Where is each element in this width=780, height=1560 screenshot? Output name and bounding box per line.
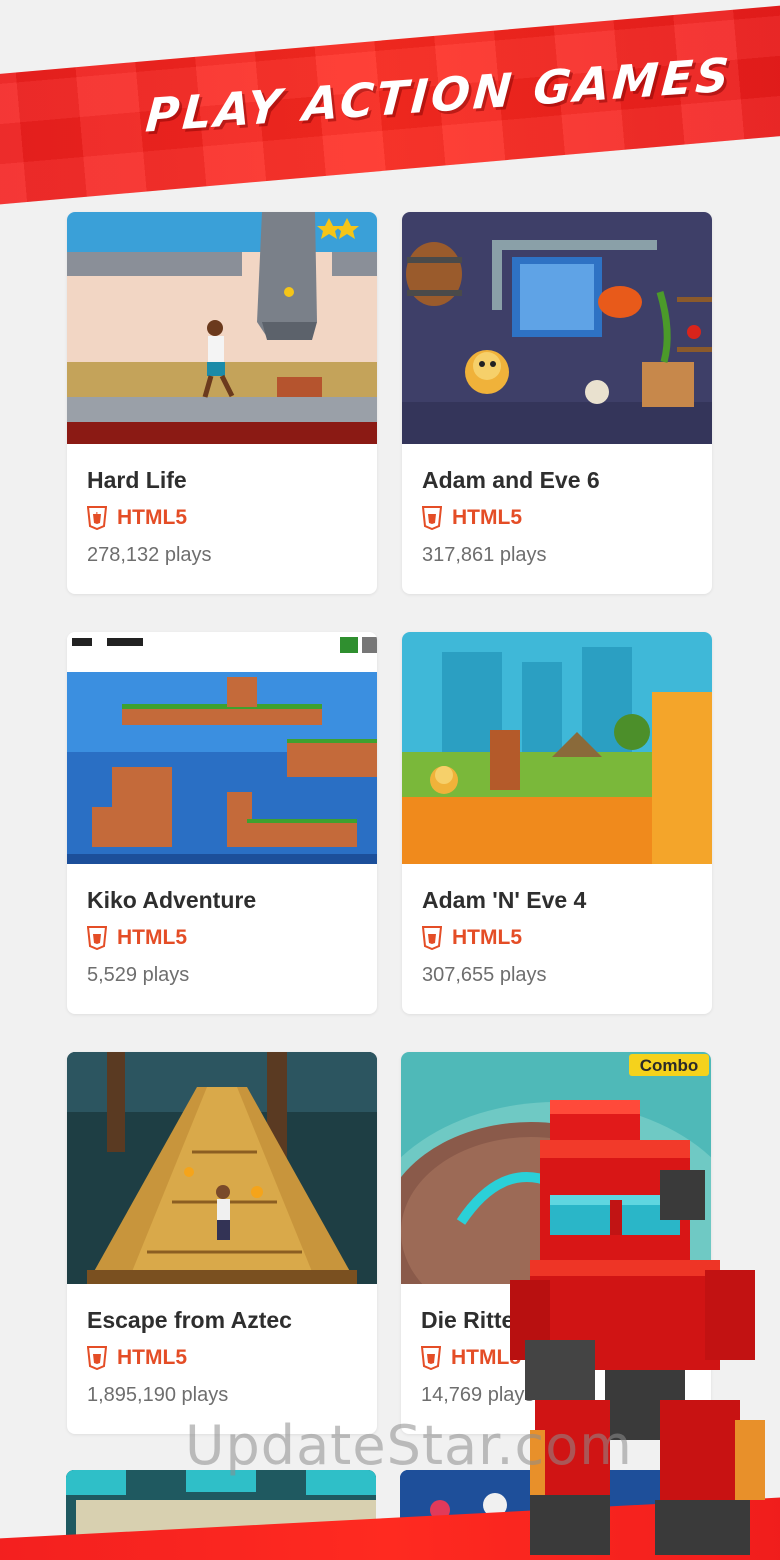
platform-label: HTML5	[452, 506, 522, 529]
html5-icon: 5	[87, 506, 107, 530]
platform-badge: HTML5	[87, 1346, 187, 1370]
game-thumbnail[interactable]	[67, 1052, 377, 1284]
game-card-escape-from-aztec[interactable]: Escape from Aztec HTML5 1,895,190 plays	[67, 1052, 377, 1434]
game-card-kiko-adventure[interactable]: Kiko Adventure HTML5 5,529 plays	[67, 632, 377, 1014]
adam-n-eve-4-thumbnail-image	[402, 632, 712, 864]
game-title[interactable]: Kiko Adventure	[87, 887, 256, 914]
platform-label: HTML5	[117, 1346, 187, 1369]
escape-from-aztec-thumbnail-image	[67, 1052, 377, 1284]
kiko-adventure-thumbnail-image	[67, 632, 377, 864]
game-card-adam-and-eve-6[interactable]: Adam and Eve 6 HTML5 317,861 plays	[402, 212, 712, 594]
html5-icon	[422, 506, 442, 530]
platform-label: HTML5	[452, 926, 522, 949]
platform-badge: HTML5	[421, 1346, 521, 1370]
game-thumbnail[interactable]	[402, 632, 712, 864]
platform-badge: 5 HTML5	[87, 506, 187, 530]
plays-count: 317,861 plays	[422, 544, 547, 566]
platform-label: HTML5	[117, 506, 187, 529]
plays-count: 307,655 plays	[422, 964, 547, 986]
game-thumbnail[interactable]	[67, 632, 377, 864]
html5-icon	[422, 926, 442, 950]
game-title[interactable]: Adam and Eve 6	[422, 467, 600, 494]
combo-label: Combo	[640, 1056, 699, 1075]
platform-badge: HTML5	[87, 926, 187, 950]
game-thumbnail[interactable]	[402, 212, 712, 444]
watermark: UpdateStar.com	[185, 1414, 633, 1477]
plays-count: 5,529 plays	[87, 964, 190, 986]
robot-mascot-icon	[510, 1100, 765, 1555]
html5-icon	[87, 926, 107, 950]
game-title[interactable]: Hard Life	[87, 467, 187, 494]
game-card-adam-n-eve-4[interactable]: Adam 'N' Eve 4 HTML5 307,655 plays	[402, 632, 712, 1014]
plays-count: 1,895,190 plays	[87, 1384, 229, 1406]
game-title[interactable]: Adam 'N' Eve 4	[422, 887, 586, 914]
game-title[interactable]: Escape from Aztec	[87, 1307, 292, 1334]
platform-badge: HTML5	[422, 506, 522, 530]
plays-count: 278,132 plays	[87, 544, 212, 566]
html5-icon	[421, 1346, 441, 1370]
platform-label: HTML5	[117, 926, 187, 949]
game-thumbnail[interactable]	[67, 212, 377, 444]
adam-and-eve-6-thumbnail-image	[402, 212, 712, 444]
html5-icon	[87, 1346, 107, 1370]
platform-badge: HTML5	[422, 926, 522, 950]
game-card-hard-life[interactable]: Hard Life 5 HTML5 278,132 plays	[67, 212, 377, 594]
hard-life-thumbnail-image	[67, 212, 377, 444]
